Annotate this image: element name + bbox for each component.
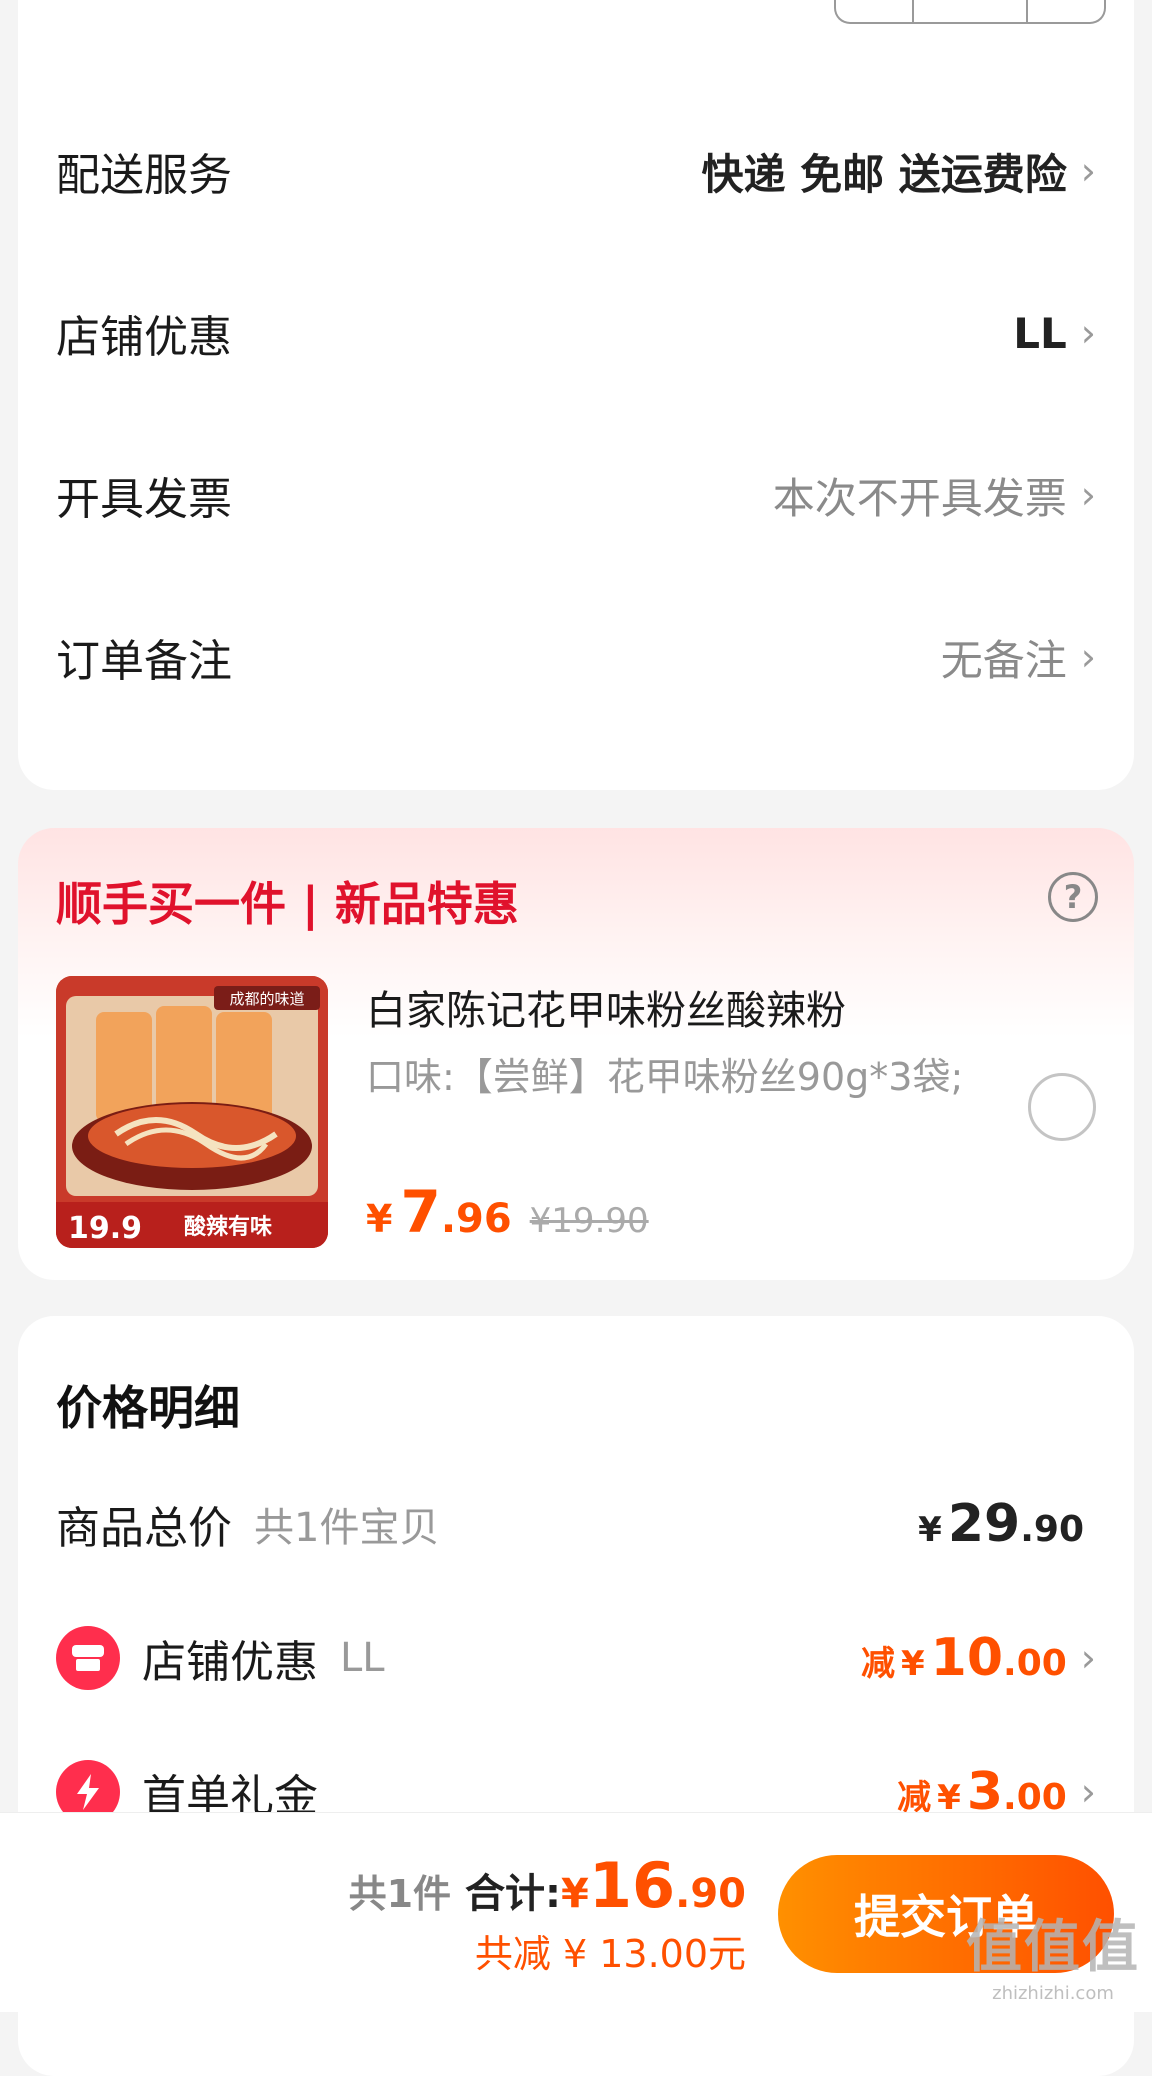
total-price-value: ¥ 29 .90: [918, 1494, 1084, 1554]
product-image[interactable]: 成都的味道 19.9 酸辣有味: [56, 976, 328, 1248]
order-options-card: − 1 + 配送服务 快递 免邮 送运费险 › 店铺优惠 LL › 开具发票 本…: [18, 0, 1134, 790]
order-note-row[interactable]: 订单备注 无备注 ›: [56, 612, 1096, 702]
addon-promo-card: 顺手买一件 | 新品特惠 ? 成都的味道 19.9 酸辣有味 白家陈记花甲味粉丝…: [18, 828, 1134, 1280]
shop-icon: [56, 1626, 120, 1690]
total-price-row: 商品总价 共1件宝贝 ¥ 29 .90: [56, 1484, 1096, 1564]
price-symbol: ¥: [918, 1510, 942, 1550]
row-value: 本次不开具发票: [772, 473, 1067, 523]
price-decimal: .96: [440, 1196, 512, 1242]
row-label: 订单备注: [56, 636, 232, 687]
watermark-logo: 值值值: [966, 1915, 1140, 1980]
product-spec: 口味:【尝鲜】花甲味粉丝90g*3袋;: [366, 1055, 964, 1099]
total-saved: 共减 ¥ 13.00元: [474, 1932, 746, 1976]
decrease-button[interactable]: −: [836, 0, 914, 22]
watermark: 值值值 zhizhizhi.com: [966, 1902, 1140, 2004]
watermark-url: zhizhizhi.com: [992, 1983, 1114, 2004]
row-label: 开具发票: [56, 474, 232, 525]
quantity-value[interactable]: 1: [914, 0, 1028, 22]
price-symbol: ¥: [900, 1644, 925, 1684]
row-label: 店铺优惠: [56, 312, 232, 363]
image-banner-text: 成都的味道: [229, 990, 304, 1008]
shop-discount-row[interactable]: 店铺优惠 LL ›: [56, 288, 1096, 378]
row-label: 商品总价: [56, 1503, 232, 1554]
original-price: ¥19.90: [529, 1201, 649, 1241]
row-label: 店铺优惠: [142, 1637, 318, 1688]
addon-title: 顺手买一件 | 新品特惠: [56, 877, 519, 931]
increase-button[interactable]: +: [1028, 0, 1104, 22]
row-label: 配送服务: [56, 150, 232, 201]
price-decimal: .90: [675, 1871, 746, 1917]
discount-name: LL: [340, 1635, 385, 1681]
price-symbol: ¥: [561, 1871, 589, 1917]
row-value: 快递 免邮 送运费险: [701, 149, 1067, 199]
price-integer: 29: [947, 1494, 1021, 1554]
checkout-bar: 共1件 合计: ¥ 16 .90 共减 ¥ 13.00元 提交订单 值值值 zh…: [0, 1812, 1152, 2012]
quantity-stepper[interactable]: − 1 +: [834, 0, 1106, 24]
item-count: 共1件: [348, 1872, 452, 1916]
image-tag-text: 酸辣有味: [184, 1214, 272, 1240]
price-detail-title: 价格明细: [56, 1381, 240, 1435]
delivery-service-row[interactable]: 配送服务 快递 免邮 送运费险 ›: [56, 126, 1096, 216]
chevron-right-icon: ›: [1080, 1770, 1096, 1814]
shop-discount-detail-row[interactable]: 店铺优惠 LL 减 ¥ 10 .00 ›: [56, 1618, 1096, 1698]
price-integer: 10: [930, 1628, 1004, 1688]
price-decimal: .90: [1020, 1509, 1084, 1550]
product-name[interactable]: 白家陈记花甲味粉丝酸辣粉: [366, 978, 846, 1036]
product-image-art: 成都的味道 19.9 酸辣有味: [56, 976, 328, 1248]
row-value: 无备注: [940, 635, 1067, 685]
row-value: LL: [1013, 308, 1067, 358]
shop-discount-value: 减 ¥ 10 .00: [861, 1628, 1067, 1688]
price-decimal: .00: [1003, 1643, 1067, 1684]
help-icon[interactable]: ?: [1048, 872, 1098, 922]
invoice-row[interactable]: 开具发票 本次不开具发票 ›: [56, 450, 1096, 540]
price-symbol: ¥: [366, 1197, 393, 1241]
item-count: 共1件宝贝: [254, 1505, 440, 1551]
price-integer: 7: [400, 1178, 441, 1246]
chevron-right-icon: ›: [1080, 149, 1096, 193]
chevron-right-icon: ›: [1080, 635, 1096, 679]
select-addon-radio[interactable]: [1028, 1073, 1096, 1141]
image-price-text: 19.9: [68, 1211, 142, 1246]
reduce-label: 减: [860, 1644, 895, 1684]
chevron-right-icon: ›: [1080, 1636, 1096, 1680]
price-integer: 16: [588, 1849, 676, 1922]
order-total: 共1件 合计: ¥ 16 .90: [349, 1849, 746, 1922]
chevron-right-icon: ›: [1080, 311, 1096, 355]
total-label: 合计:: [465, 1871, 562, 1917]
chevron-right-icon: ›: [1080, 473, 1096, 517]
product-price: ¥ 7 .96 ¥19.90: [366, 1178, 649, 1246]
